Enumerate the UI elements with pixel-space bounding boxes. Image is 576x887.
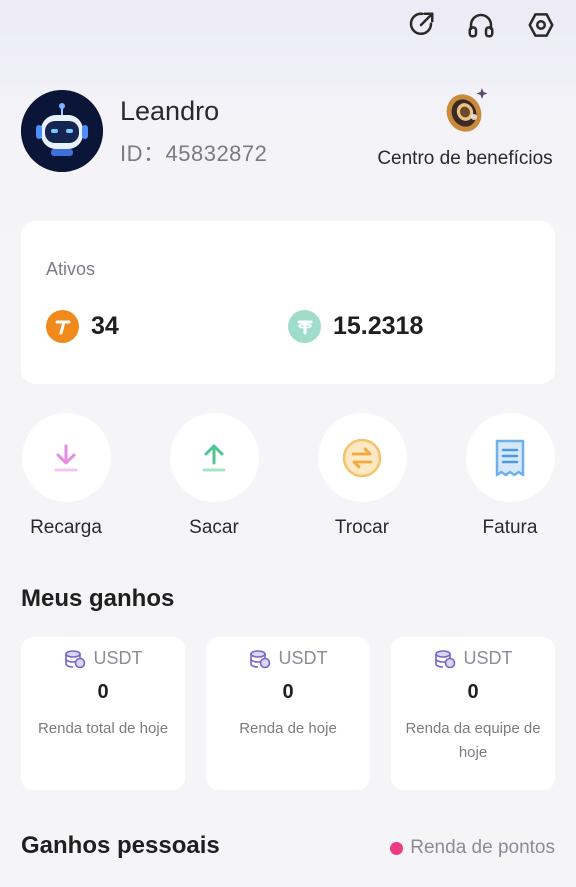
invoice-button[interactable]: Fatura [465, 413, 555, 539]
username: Leandro [120, 96, 220, 126]
profile-section: Leandro ID：45832872 [21, 90, 267, 172]
asset-token-value: 34 [91, 312, 119, 340]
tether-icon [288, 310, 321, 343]
exchange-icon [342, 438, 382, 477]
token-t-icon [46, 310, 79, 343]
receipt-icon [495, 439, 525, 476]
recharge-label: Recarga [30, 517, 102, 538]
user-id: ID：45832872 [120, 141, 268, 166]
recharge-button[interactable]: Recarga [21, 413, 111, 539]
robot-avatar-icon [21, 90, 103, 172]
invoice-circle [465, 413, 555, 502]
invoice-label: Fatura [482, 517, 538, 538]
exchange-button[interactable]: Trocar [317, 413, 407, 539]
share-icon[interactable] [404, 8, 438, 42]
earning-currency: USDT [278, 648, 328, 668]
coins-stack-icon [434, 649, 455, 668]
headset-icon[interactable] [464, 8, 498, 42]
earning-value: 0 [467, 681, 479, 703]
assets-title: Ativos [46, 259, 96, 279]
earning-currency: USDT [463, 648, 513, 668]
download-icon [54, 444, 78, 471]
legend-dot-icon [390, 841, 404, 855]
settings-icon[interactable] [524, 8, 558, 42]
asset-usdt-value: 15.2318 [333, 312, 424, 340]
earnings-cards: USDT 0 Renda total de hoje USDT 0 Renda … [21, 637, 555, 790]
avatar[interactable] [21, 90, 103, 172]
asset-usdt[interactable]: 15.2318 [288, 310, 423, 343]
upload-icon [202, 444, 226, 471]
exchange-label: Trocar [334, 517, 390, 538]
earning-value: 0 [97, 681, 109, 703]
withdraw-circle [169, 413, 259, 502]
benefits-center-label: Centro de benefícios [377, 148, 553, 169]
coins-stack-icon [249, 649, 270, 668]
points-income-label: Renda de pontos [410, 837, 555, 858]
earning-value: 0 [282, 681, 294, 703]
earnings-title: Meus ganhos [21, 585, 175, 612]
benefits-center-button[interactable]: Centro de benefícios [375, 84, 555, 170]
earning-label: Renda total de hoje [37, 720, 169, 737]
exchange-circle [317, 413, 407, 502]
personal-earnings-title: Ganhos pessoais [21, 832, 220, 859]
earning-label: Renda de hoje [239, 720, 337, 737]
asset-token[interactable]: 34 [46, 310, 119, 343]
withdraw-button[interactable]: Sacar [169, 413, 259, 539]
points-income-legend[interactable]: Renda de pontos [390, 837, 555, 859]
treasure-ring-icon [438, 84, 492, 138]
earning-card-team-today[interactable]: USDT 0 Renda da equipe de hoje [391, 637, 555, 790]
assets-card: Ativos 34 15.2318 [21, 221, 555, 384]
earning-label: Renda da equipe de hoje [405, 720, 541, 761]
earning-card-today[interactable]: USDT 0 Renda de hoje [206, 637, 370, 790]
top-bar [404, 8, 558, 42]
recharge-circle [21, 413, 111, 502]
withdraw-label: Sacar [189, 517, 239, 538]
earning-card-total-today[interactable]: USDT 0 Renda total de hoje [21, 637, 185, 790]
coins-stack-icon [64, 649, 85, 668]
earning-currency: USDT [93, 648, 143, 668]
quick-actions: Recarga Sacar Trocar Fatura [21, 413, 555, 539]
